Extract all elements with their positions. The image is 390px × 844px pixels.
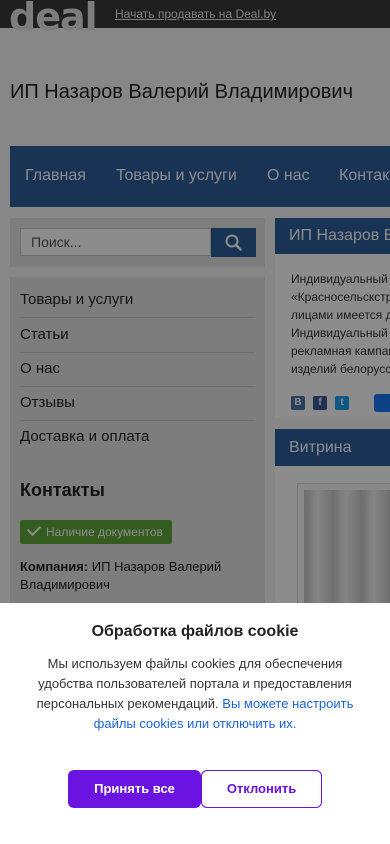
cookie-text: Мы используем файлы cookies для обеспече…	[30, 654, 360, 734]
decline-button[interactable]: Отклонить	[201, 770, 322, 808]
cookie-banner: Обработка файлов cookie Мы используем фа…	[0, 603, 390, 844]
cookie-title: Обработка файлов cookie	[91, 623, 299, 640]
accept-all-button[interactable]: Принять все	[68, 770, 201, 808]
